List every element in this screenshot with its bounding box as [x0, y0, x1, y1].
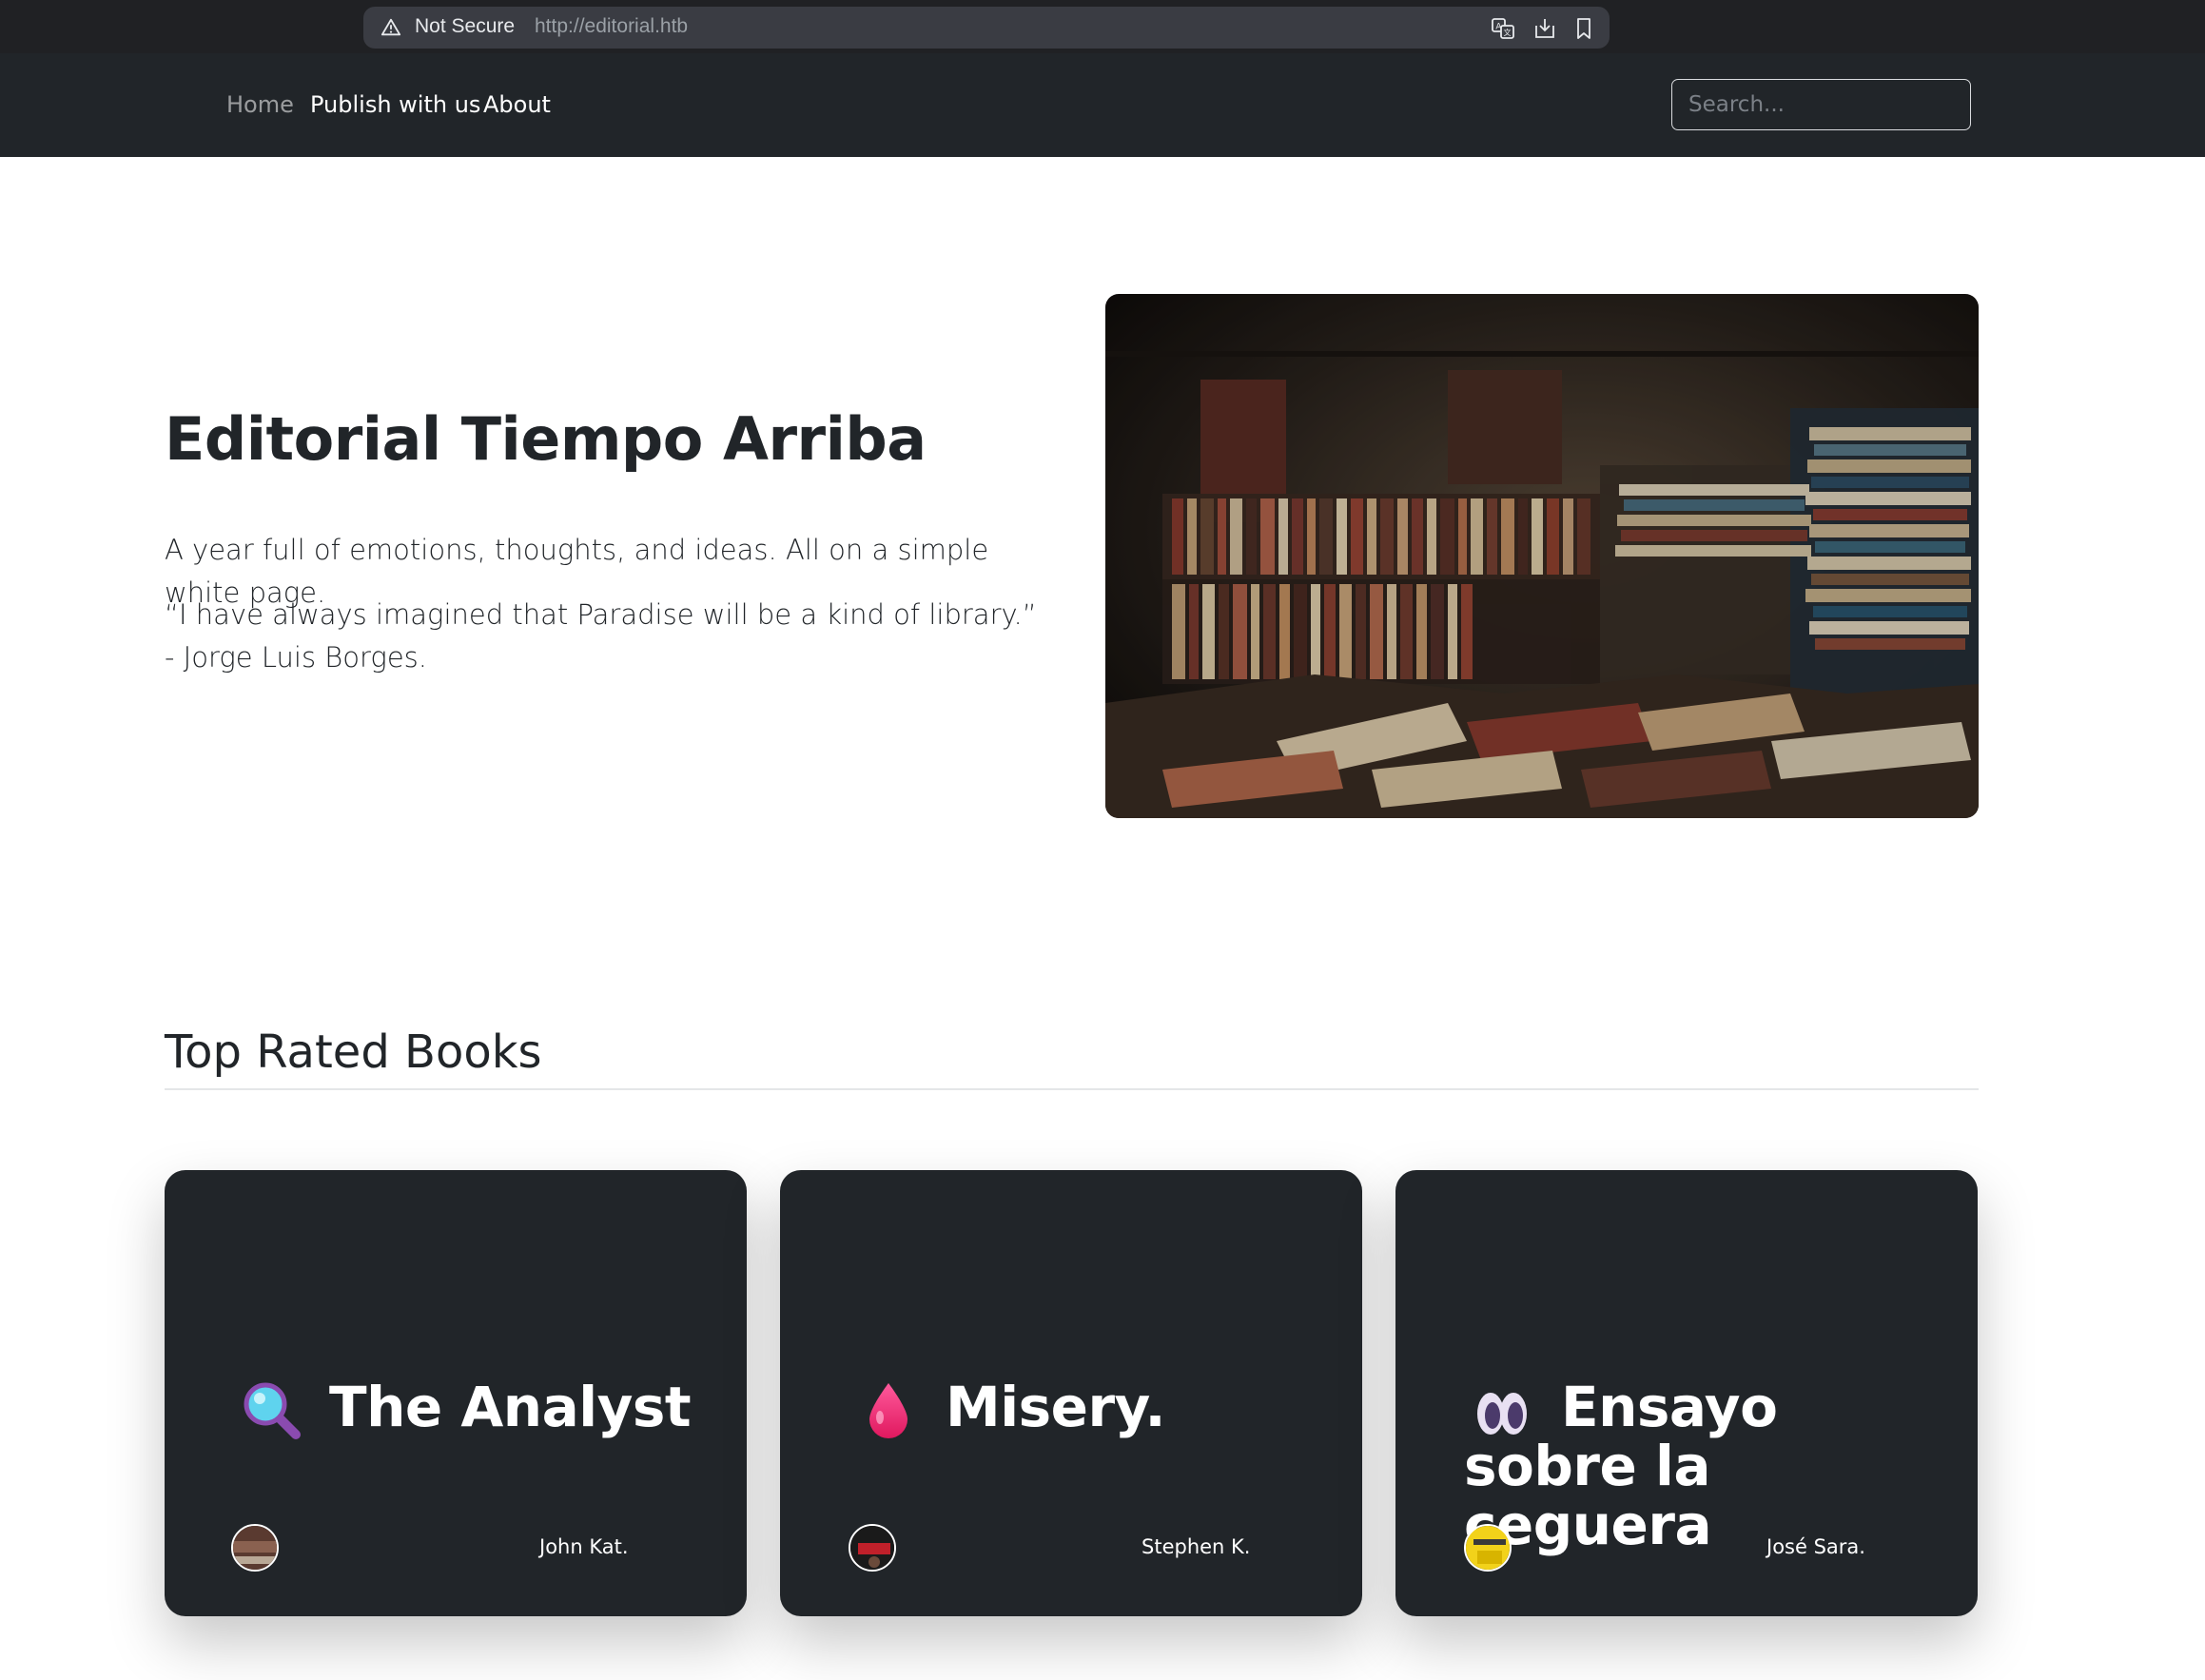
nav-link-home[interactable]: Home [226, 91, 294, 118]
svg-text:文: 文 [1504, 28, 1512, 37]
nav-link-about[interactable]: About [483, 91, 551, 118]
svg-text:A: A [1495, 23, 1502, 32]
book-card[interactable]: The Analyst John Kat. [165, 1170, 747, 1616]
book-cover-avatar [231, 1524, 279, 1572]
book-author: Stephen K. [1142, 1535, 1251, 1558]
book-author: John Kat. [539, 1535, 629, 1558]
hero-bookshop-image [1105, 294, 1979, 818]
browser-toolbar: Not Secure http://editorial.htb A 文 [0, 0, 2205, 53]
book-title[interactable]: Ensayo sobre la ceguera [1464, 1377, 1959, 1554]
book-cover-avatar [849, 1524, 896, 1572]
section-divider [165, 1088, 1979, 1090]
top-rated-heading: Top Rated Books [165, 1026, 542, 1079]
site-navbar: Home Publish with us About [0, 53, 2205, 157]
book-title[interactable]: The Analyst [329, 1377, 729, 1436]
translate-icon[interactable]: A 文 [1491, 16, 1515, 41]
warning-icon[interactable] [381, 17, 401, 38]
magnifying-glass-icon [244, 1382, 301, 1439]
search-input[interactable] [1671, 79, 1971, 130]
book-author: José Sara. [1766, 1535, 1865, 1558]
security-label[interactable]: Not Secure [415, 15, 515, 38]
book-title[interactable]: Misery. [946, 1377, 1345, 1436]
address-bar[interactable]: Not Secure http://editorial.htb A 文 [363, 7, 1610, 49]
download-icon[interactable] [1532, 16, 1557, 41]
book-card[interactable]: Misery. Stephen K. [780, 1170, 1362, 1616]
blood-drop-icon [869, 1383, 907, 1438]
nav-link-publish-with-us[interactable]: Publish with us [310, 91, 480, 118]
hero-quote-text: “I have always imagined that Paradise wi… [165, 598, 1037, 674]
book-card[interactable]: Ensayo sobre la ceguera José Sara. [1395, 1170, 1978, 1616]
hero-title: Editorial Tiempo Arriba [165, 404, 927, 474]
url-text[interactable]: http://editorial.htb [535, 15, 688, 38]
bookmark-icon[interactable] [1571, 16, 1596, 41]
book-cover-avatar [1464, 1524, 1512, 1572]
